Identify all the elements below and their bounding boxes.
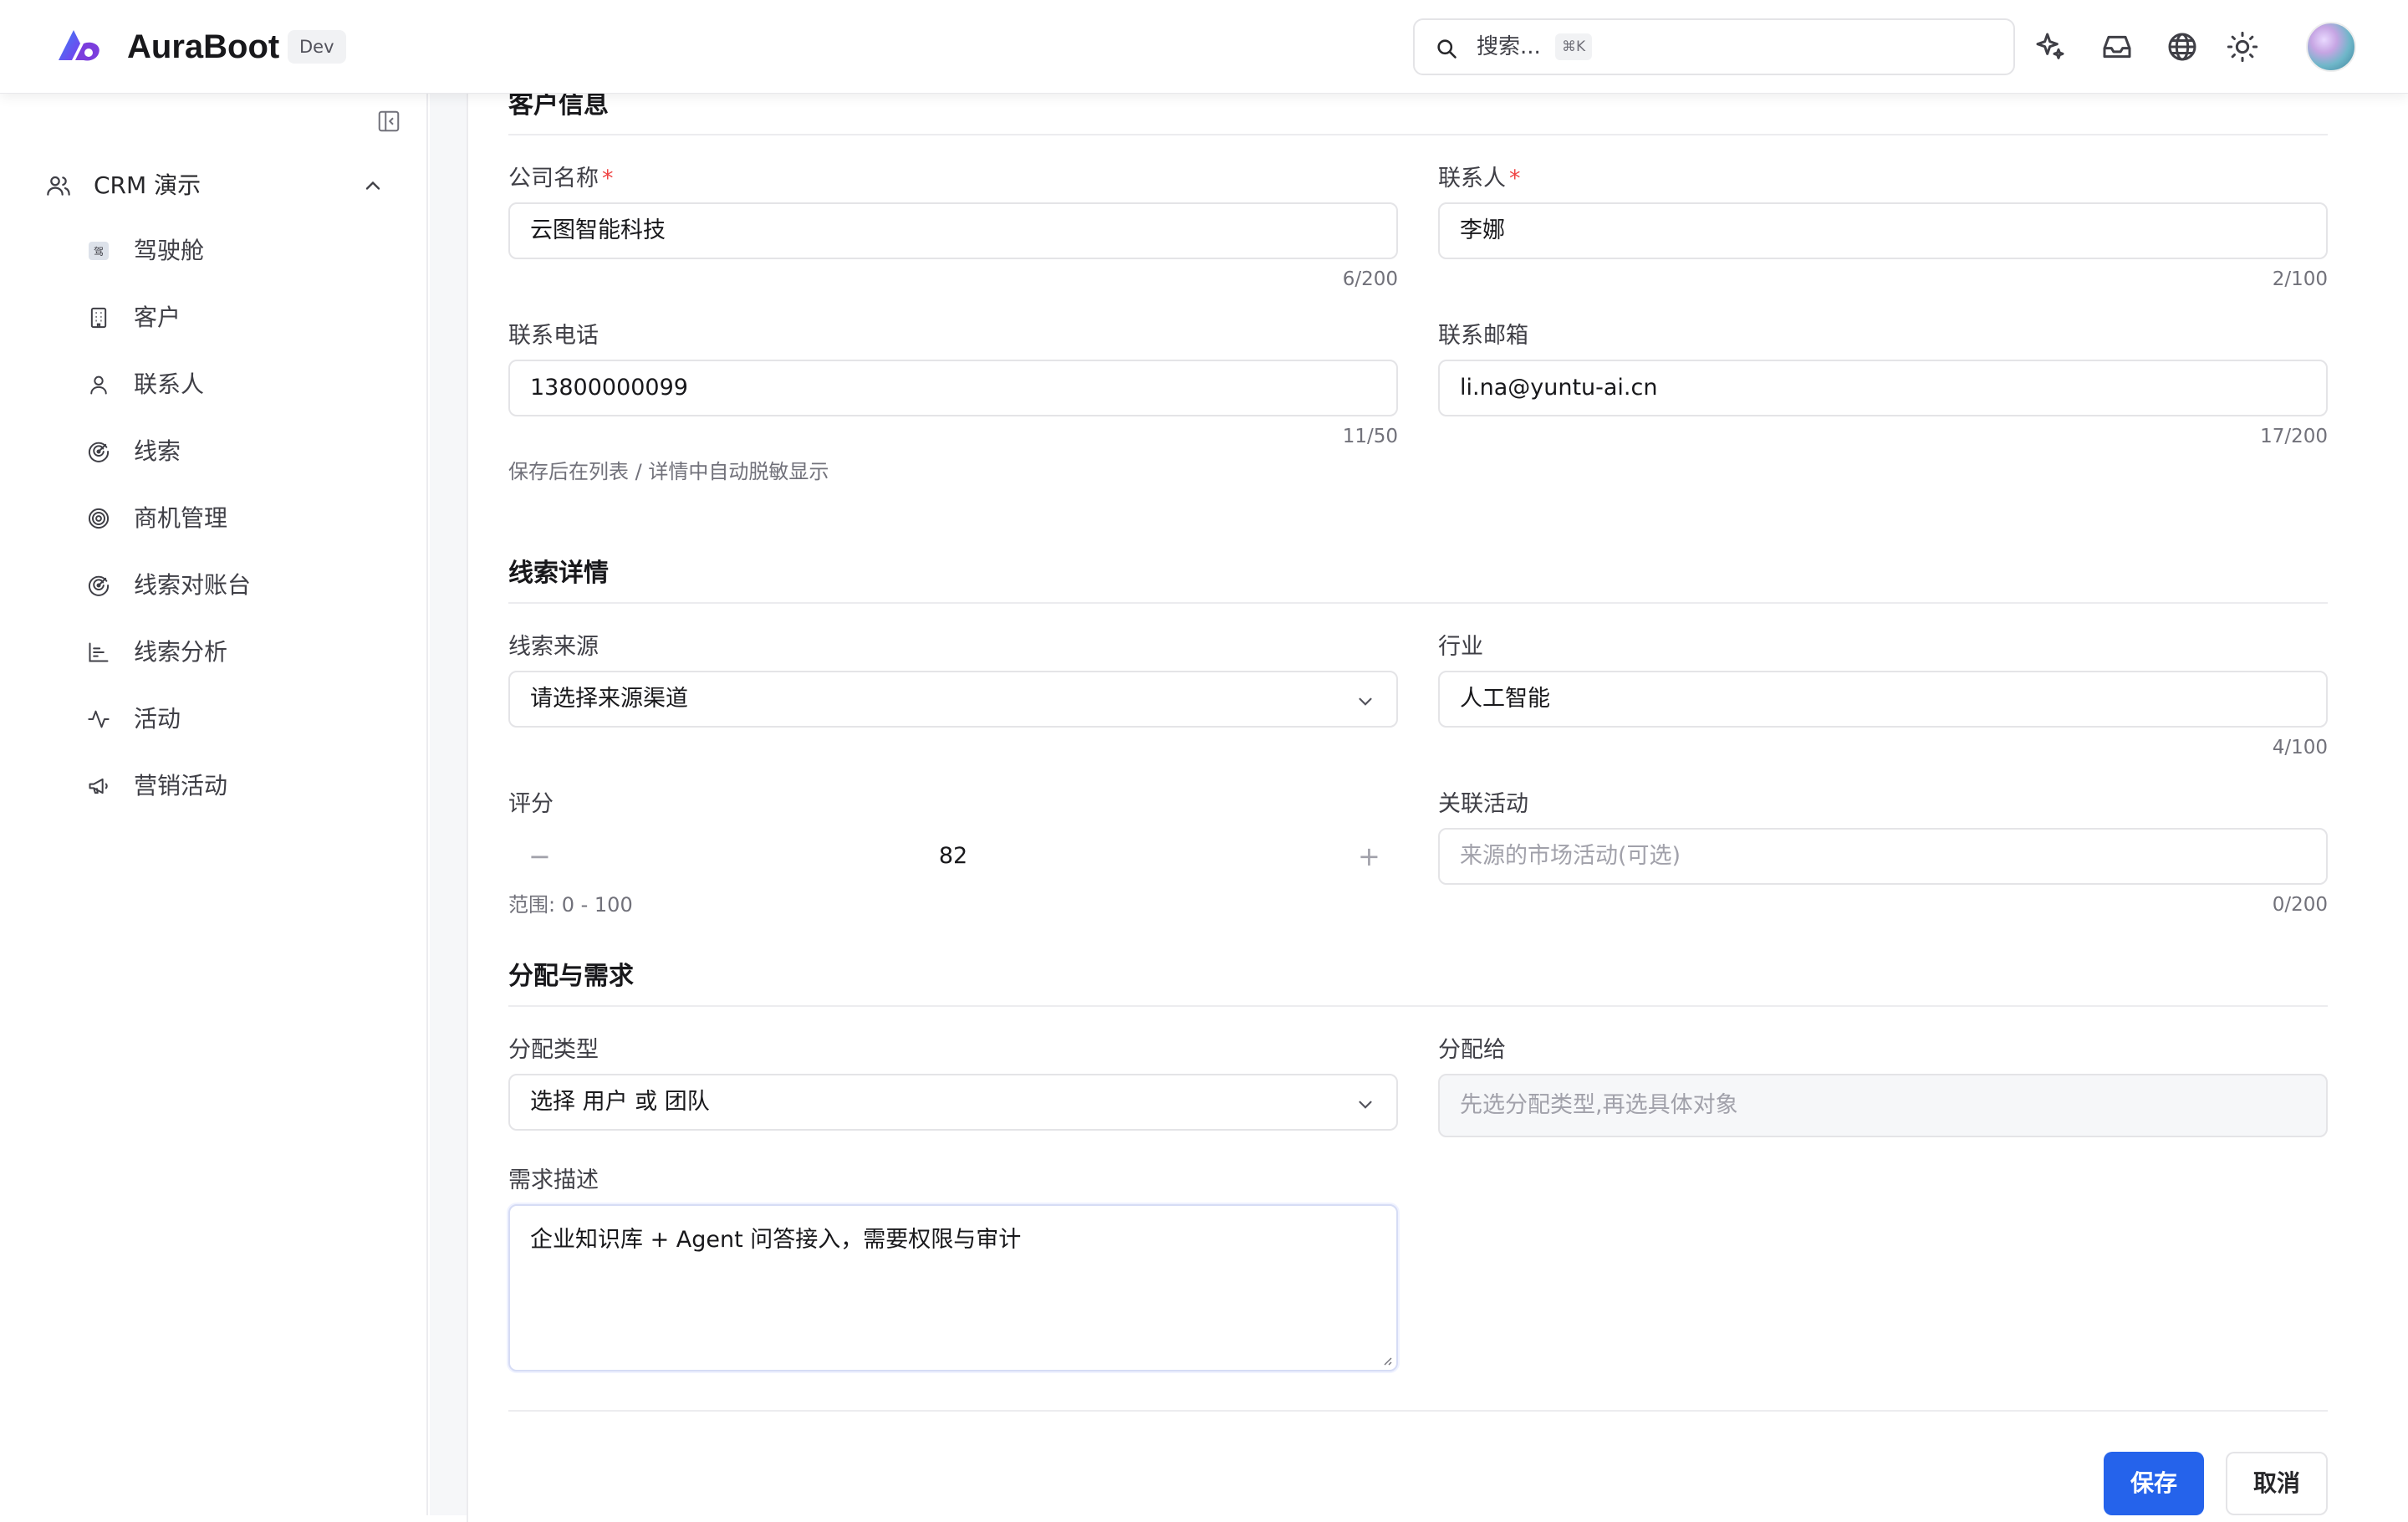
sun-icon[interactable] [2226, 30, 2259, 64]
email-input[interactable]: li.na@yuntu-ai.cn [1438, 360, 2328, 416]
sidebar-group-crm[interactable]: CRM 演示 [42, 157, 385, 214]
sidebar-item-campaigns[interactable]: 营销活动 [84, 759, 385, 813]
sidebar-item-label: 驾驶舱 [134, 237, 205, 264]
section-divider [508, 1005, 2328, 1007]
industry-input[interactable]: 人工智能 [1438, 671, 2328, 728]
section-title-lead: 线索详情 [508, 559, 609, 588]
sidebar-item-contacts[interactable]: 联系人 [84, 358, 385, 411]
email-label: 联系邮箱 [1438, 323, 1528, 349]
sidebar-item-label: 线索对账台 [134, 571, 252, 599]
assign-type-value: 选择 用户 或 团队 [530, 1089, 710, 1115]
phone-label: 联系电话 [508, 323, 599, 349]
campaign-input[interactable]: 来源的市场活动(可选) [1438, 828, 2328, 885]
section-divider [508, 134, 2328, 135]
sidebar-item-activities[interactable]: 活动 [84, 692, 385, 746]
section-divider [508, 602, 2328, 604]
sidebar-item-label: 线索分析 [134, 638, 228, 666]
search-box[interactable]: 搜索... ⌘K [1413, 18, 2015, 75]
requirement-textarea[interactable]: 企业知识库 + Agent 问答接入，需要权限与审计 [508, 1204, 1398, 1371]
inbox-icon[interactable] [2100, 30, 2134, 64]
chevron-down-icon [1359, 1101, 1372, 1109]
radar-icon [88, 442, 110, 462]
sidebar-item-label: 客户 [134, 304, 181, 331]
sidebar-item-customers[interactable]: 客户 [84, 291, 385, 345]
resize-handle-icon[interactable] [1380, 1353, 1393, 1366]
section-title-assign: 分配与需求 [508, 962, 634, 991]
sidebar-item-cockpit[interactable]: 驾 驾驶舱 [84, 224, 385, 278]
contact-counter: 2/100 [2272, 268, 2328, 290]
search-shortcut: ⌘K [1555, 33, 1593, 60]
radar-icon [88, 575, 110, 596]
sidebar-item-label: 营销活动 [134, 772, 228, 799]
user-avatar[interactable] [2306, 22, 2356, 72]
contact-label: 联系人 * [1438, 166, 1521, 192]
contact-input[interactable]: 李娜 [1438, 202, 2328, 259]
target-icon [88, 508, 110, 529]
auraboot-logo-icon[interactable] [55, 25, 105, 65]
save-button[interactable]: 保存 [2104, 1452, 2204, 1515]
sidebar-collapse-icon[interactable] [376, 109, 401, 134]
sidebar-group-label: CRM 演示 [94, 171, 202, 199]
lead-source-label: 线索来源 [508, 634, 599, 660]
chevron-up-icon[interactable] [361, 174, 385, 197]
industry-counter: 4/100 [2272, 737, 2328, 758]
cancel-button[interactable]: 取消 [2226, 1452, 2328, 1515]
sidebar-item-leads[interactable]: 线索 [84, 425, 385, 478]
sidebar-item-opportunities[interactable]: 商机管理 [84, 492, 385, 545]
campaign-counter: 0/200 [2272, 894, 2328, 916]
chevron-down-icon [1359, 697, 1372, 706]
sidebar-item-lead-analysis[interactable]: 线索分析 [84, 626, 385, 679]
requirement-label: 需求描述 [508, 1167, 599, 1193]
sidebar-item-label: 活动 [134, 705, 181, 733]
sidebar-item-label: 商机管理 [134, 504, 228, 532]
lead-source-placeholder: 请选择来源渠道 [530, 686, 688, 712]
requirement-text: 企业知识库 + Agent 问答接入，需要权限与审计 [530, 1227, 1022, 1253]
app-title[interactable]: AuraBoot [127, 25, 279, 69]
cockpit-icon: 驾 [89, 242, 109, 260]
phone-hint: 保存后在列表 / 详情中自动脱敏显示 [508, 460, 829, 483]
score-decrement-button[interactable]: − [528, 840, 551, 873]
company-name-input[interactable]: 云图智能科技 [508, 202, 1398, 259]
sidebar-item-lead-reconciliation[interactable]: 线索对账台 [84, 559, 385, 612]
users-icon [47, 176, 70, 196]
industry-label: 行业 [1438, 634, 1483, 660]
svg-text:驾: 驾 [94, 246, 104, 258]
user-icon [90, 375, 107, 395]
search-icon [1437, 39, 1457, 59]
actions-divider [508, 1410, 2328, 1412]
globe-icon[interactable] [2166, 30, 2199, 64]
sidebar-item-label: 联系人 [134, 370, 205, 398]
env-badge: Dev [288, 30, 346, 64]
bar-chart-icon [89, 642, 109, 662]
assign-to-label: 分配给 [1438, 1037, 1506, 1063]
campaign-label: 关联活动 [1438, 791, 1528, 817]
building-icon [90, 307, 107, 329]
score-increment-button[interactable]: + [1358, 840, 1380, 873]
lead-source-select[interactable]: 请选择来源渠道 [508, 671, 1398, 728]
score-value[interactable]: 82 [920, 840, 987, 873]
sidebar-item-label: 线索 [134, 437, 181, 465]
assign-type-label: 分配类型 [508, 1037, 599, 1063]
activity-icon [88, 710, 110, 728]
search-placeholder: 搜索... [1477, 34, 1541, 59]
score-label: 评分 [508, 791, 554, 817]
email-counter: 17/200 [2260, 426, 2328, 447]
phone-input[interactable]: 13800000099 [508, 360, 1398, 416]
company-name-counter: 6/200 [1342, 268, 1398, 290]
top-header: AuraBoot Dev 搜索... ⌘K [0, 0, 2408, 94]
sidebar: CRM 演示 驾 驾驶舱 客户 联系人 线索 商机管理 线索对账台 线索分析 活… [0, 94, 428, 1515]
megaphone-icon [89, 778, 108, 794]
assign-to-select[interactable]: 先选分配类型,再选具体对象 [1438, 1074, 2328, 1137]
score-range-hint: 范围: 0 - 100 [508, 893, 633, 917]
assign-type-select[interactable]: 选择 用户 或 团队 [508, 1074, 1398, 1131]
sparkles-icon[interactable] [2033, 30, 2067, 64]
company-name-label: 公司名称 * [508, 166, 614, 192]
phone-counter: 11/50 [1342, 426, 1398, 447]
